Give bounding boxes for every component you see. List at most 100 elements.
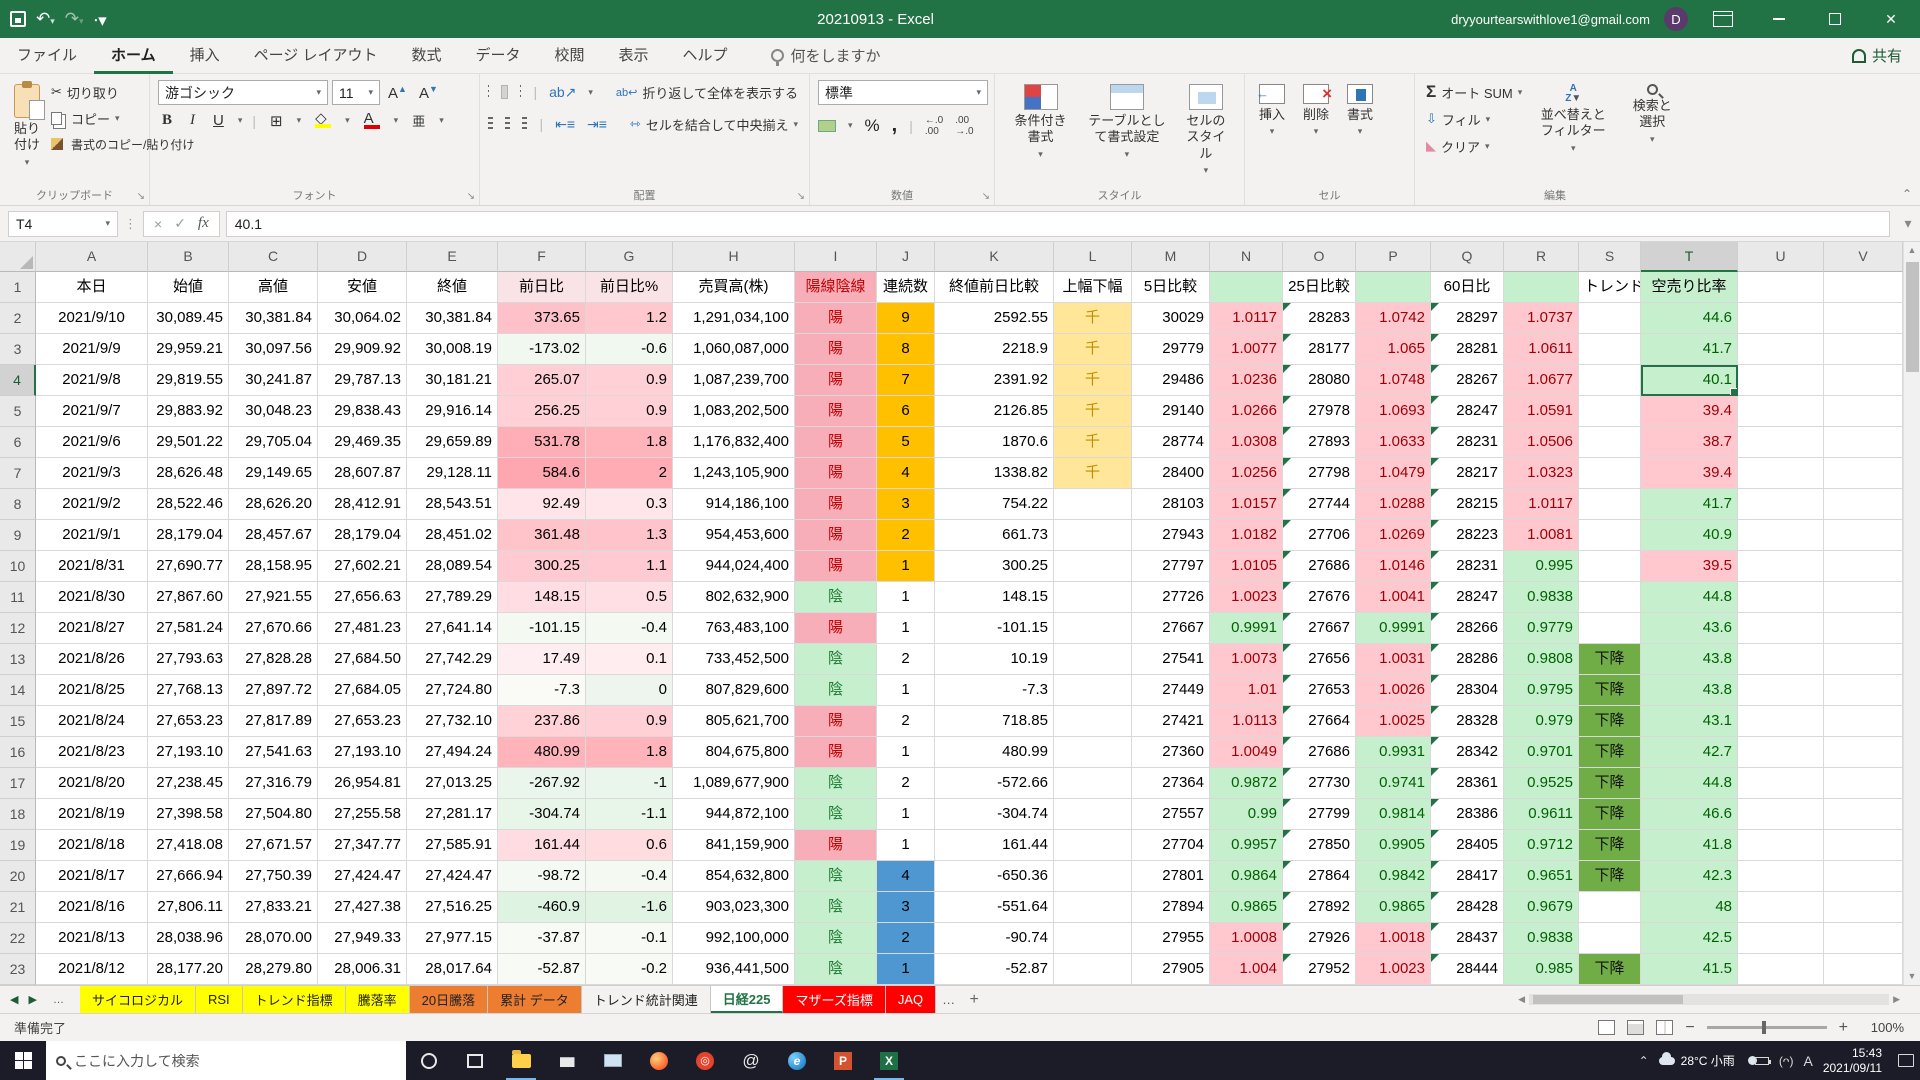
cell-F8[interactable]: 92.49 bbox=[498, 489, 586, 520]
cell-J21[interactable]: 3 bbox=[877, 892, 935, 923]
number-format-combo[interactable]: 標準▾ bbox=[818, 80, 988, 105]
cell-U3[interactable] bbox=[1738, 334, 1824, 365]
cell-E8[interactable]: 28,543.51 bbox=[407, 489, 498, 520]
cell-P18[interactable]: 0.9814 bbox=[1356, 799, 1431, 830]
cell-R15[interactable]: 0.979 bbox=[1504, 706, 1579, 737]
excel-icon[interactable]: X bbox=[866, 1041, 912, 1080]
cell-F6[interactable]: 531.78 bbox=[498, 427, 586, 458]
cell-K7[interactable]: 1338.82 bbox=[935, 458, 1054, 489]
cell-I19[interactable]: 陽 bbox=[795, 830, 877, 861]
cell-K5[interactable]: 2126.85 bbox=[935, 396, 1054, 427]
align-right-icon[interactable] bbox=[522, 117, 527, 131]
cell-N12[interactable]: 0.9991 bbox=[1210, 613, 1283, 644]
col-header-H[interactable]: H bbox=[673, 242, 795, 272]
cell-T18[interactable]: 46.6 bbox=[1641, 799, 1738, 830]
cell-E9[interactable]: 28,451.02 bbox=[407, 520, 498, 551]
row-header-23[interactable]: 23 bbox=[0, 954, 36, 985]
cell-H7[interactable]: 1,243,105,900 bbox=[673, 458, 795, 489]
cell-P4[interactable]: 1.0748 bbox=[1356, 365, 1431, 396]
cell-D20[interactable]: 27,424.47 bbox=[318, 861, 407, 892]
cell-K17[interactable]: -572.66 bbox=[935, 768, 1054, 799]
col-header-Q[interactable]: Q bbox=[1431, 242, 1504, 272]
cell-N11[interactable]: 1.0023 bbox=[1210, 582, 1283, 613]
cell-F19[interactable]: 161.44 bbox=[498, 830, 586, 861]
cell-K18[interactable]: -304.74 bbox=[935, 799, 1054, 830]
cell-G6[interactable]: 1.8 bbox=[586, 427, 673, 458]
cell-C10[interactable]: 28,158.95 bbox=[229, 551, 318, 582]
cell-E1[interactable]: 終値 bbox=[407, 272, 498, 303]
cell-M15[interactable]: 27421 bbox=[1132, 706, 1210, 737]
cell-L22[interactable] bbox=[1054, 923, 1132, 954]
cell-N23[interactable]: 1.004 bbox=[1210, 954, 1283, 985]
cell-styles-button[interactable]: セルのスタイル▾ bbox=[1176, 80, 1236, 180]
cell-J4[interactable]: 7 bbox=[877, 365, 935, 396]
sort-filter-button[interactable]: AZ▼ 並べ替えとフィルター▾ bbox=[1533, 80, 1613, 158]
cell-C17[interactable]: 27,316.79 bbox=[229, 768, 318, 799]
normal-view-icon[interactable] bbox=[1598, 1020, 1615, 1035]
cell-J10[interactable]: 1 bbox=[877, 551, 935, 582]
cell-B12[interactable]: 27,581.24 bbox=[148, 613, 229, 644]
cell-K10[interactable]: 300.25 bbox=[935, 551, 1054, 582]
cell-B23[interactable]: 28,177.20 bbox=[148, 954, 229, 985]
cell-I18[interactable]: 陰 bbox=[795, 799, 877, 830]
col-header-R[interactable]: R bbox=[1504, 242, 1579, 272]
col-header-O[interactable]: O bbox=[1283, 242, 1356, 272]
insert-cells-button[interactable]: 挿入▾ bbox=[1253, 80, 1291, 142]
powerpoint-icon[interactable]: P bbox=[820, 1041, 866, 1080]
cell-B19[interactable]: 27,418.08 bbox=[148, 830, 229, 861]
cell-S2[interactable] bbox=[1579, 303, 1641, 334]
row-header-18[interactable]: 18 bbox=[0, 799, 36, 830]
cell-R6[interactable]: 1.0506 bbox=[1504, 427, 1579, 458]
cell-M17[interactable]: 27364 bbox=[1132, 768, 1210, 799]
sheet-tab-日経225[interactable]: 日経225 bbox=[711, 986, 784, 1013]
cell-S23[interactable]: 下降 bbox=[1579, 954, 1641, 985]
cell-T2[interactable]: 44.6 bbox=[1641, 303, 1738, 334]
cell-P8[interactable]: 1.0288 bbox=[1356, 489, 1431, 520]
col-header-N[interactable]: N bbox=[1210, 242, 1283, 272]
cell-B11[interactable]: 27,867.60 bbox=[148, 582, 229, 613]
format-cells-button[interactable]: 書式▾ bbox=[1341, 80, 1379, 142]
cell-A1[interactable]: 本日 bbox=[36, 272, 148, 303]
row-header-10[interactable]: 10 bbox=[0, 551, 36, 582]
cell-J17[interactable]: 2 bbox=[877, 768, 935, 799]
cell-M11[interactable]: 27726 bbox=[1132, 582, 1210, 613]
cell-G20[interactable]: -0.4 bbox=[586, 861, 673, 892]
cell-J12[interactable]: 1 bbox=[877, 613, 935, 644]
alignment-dialog-launcher-icon[interactable]: ↘ bbox=[797, 191, 805, 202]
cell-H19[interactable]: 841,159,900 bbox=[673, 830, 795, 861]
cell-U4[interactable] bbox=[1738, 365, 1824, 396]
cell-O1[interactable]: 25日比較 bbox=[1283, 272, 1356, 303]
cell-G7[interactable]: 2 bbox=[586, 458, 673, 489]
cell-K16[interactable]: 480.99 bbox=[935, 737, 1054, 768]
cell-Q18[interactable]: 28386 bbox=[1431, 799, 1504, 830]
cell-P19[interactable]: 0.9905 bbox=[1356, 830, 1431, 861]
cell-H14[interactable]: 807,829,600 bbox=[673, 675, 795, 706]
cell-O18[interactable]: 27799 bbox=[1283, 799, 1356, 830]
cell-T23[interactable]: 41.5 bbox=[1641, 954, 1738, 985]
cell-M5[interactable]: 29140 bbox=[1132, 396, 1210, 427]
row-header-22[interactable]: 22 bbox=[0, 923, 36, 954]
cell-N14[interactable]: 1.01 bbox=[1210, 675, 1283, 706]
align-center-icon[interactable] bbox=[505, 117, 510, 131]
row-header-5[interactable]: 5 bbox=[0, 396, 36, 427]
sheet-tab-マザーズ指標[interactable]: マザーズ指標 bbox=[783, 986, 885, 1013]
cell-O4[interactable]: 28080 bbox=[1283, 365, 1356, 396]
cell-K8[interactable]: 754.22 bbox=[935, 489, 1054, 520]
tab-home[interactable]: ホーム bbox=[94, 38, 173, 74]
cell-B16[interactable]: 27,193.10 bbox=[148, 737, 229, 768]
cell-A16[interactable]: 2021/8/23 bbox=[36, 737, 148, 768]
cell-M4[interactable]: 29486 bbox=[1132, 365, 1210, 396]
cell-R21[interactable]: 0.9679 bbox=[1504, 892, 1579, 923]
cell-B1[interactable]: 始値 bbox=[148, 272, 229, 303]
row-header-14[interactable]: 14 bbox=[0, 675, 36, 706]
cell-H15[interactable]: 805,621,700 bbox=[673, 706, 795, 737]
col-header-D[interactable]: D bbox=[318, 242, 407, 272]
cell-V5[interactable] bbox=[1824, 396, 1903, 427]
cell-D11[interactable]: 27,656.63 bbox=[318, 582, 407, 613]
cell-L21[interactable] bbox=[1054, 892, 1132, 923]
cell-K12[interactable]: -101.15 bbox=[935, 613, 1054, 644]
cell-L13[interactable] bbox=[1054, 644, 1132, 675]
row-header-1[interactable]: 1 bbox=[0, 272, 36, 303]
insert-function-icon[interactable]: fx bbox=[198, 215, 209, 232]
cell-I11[interactable]: 陰 bbox=[795, 582, 877, 613]
